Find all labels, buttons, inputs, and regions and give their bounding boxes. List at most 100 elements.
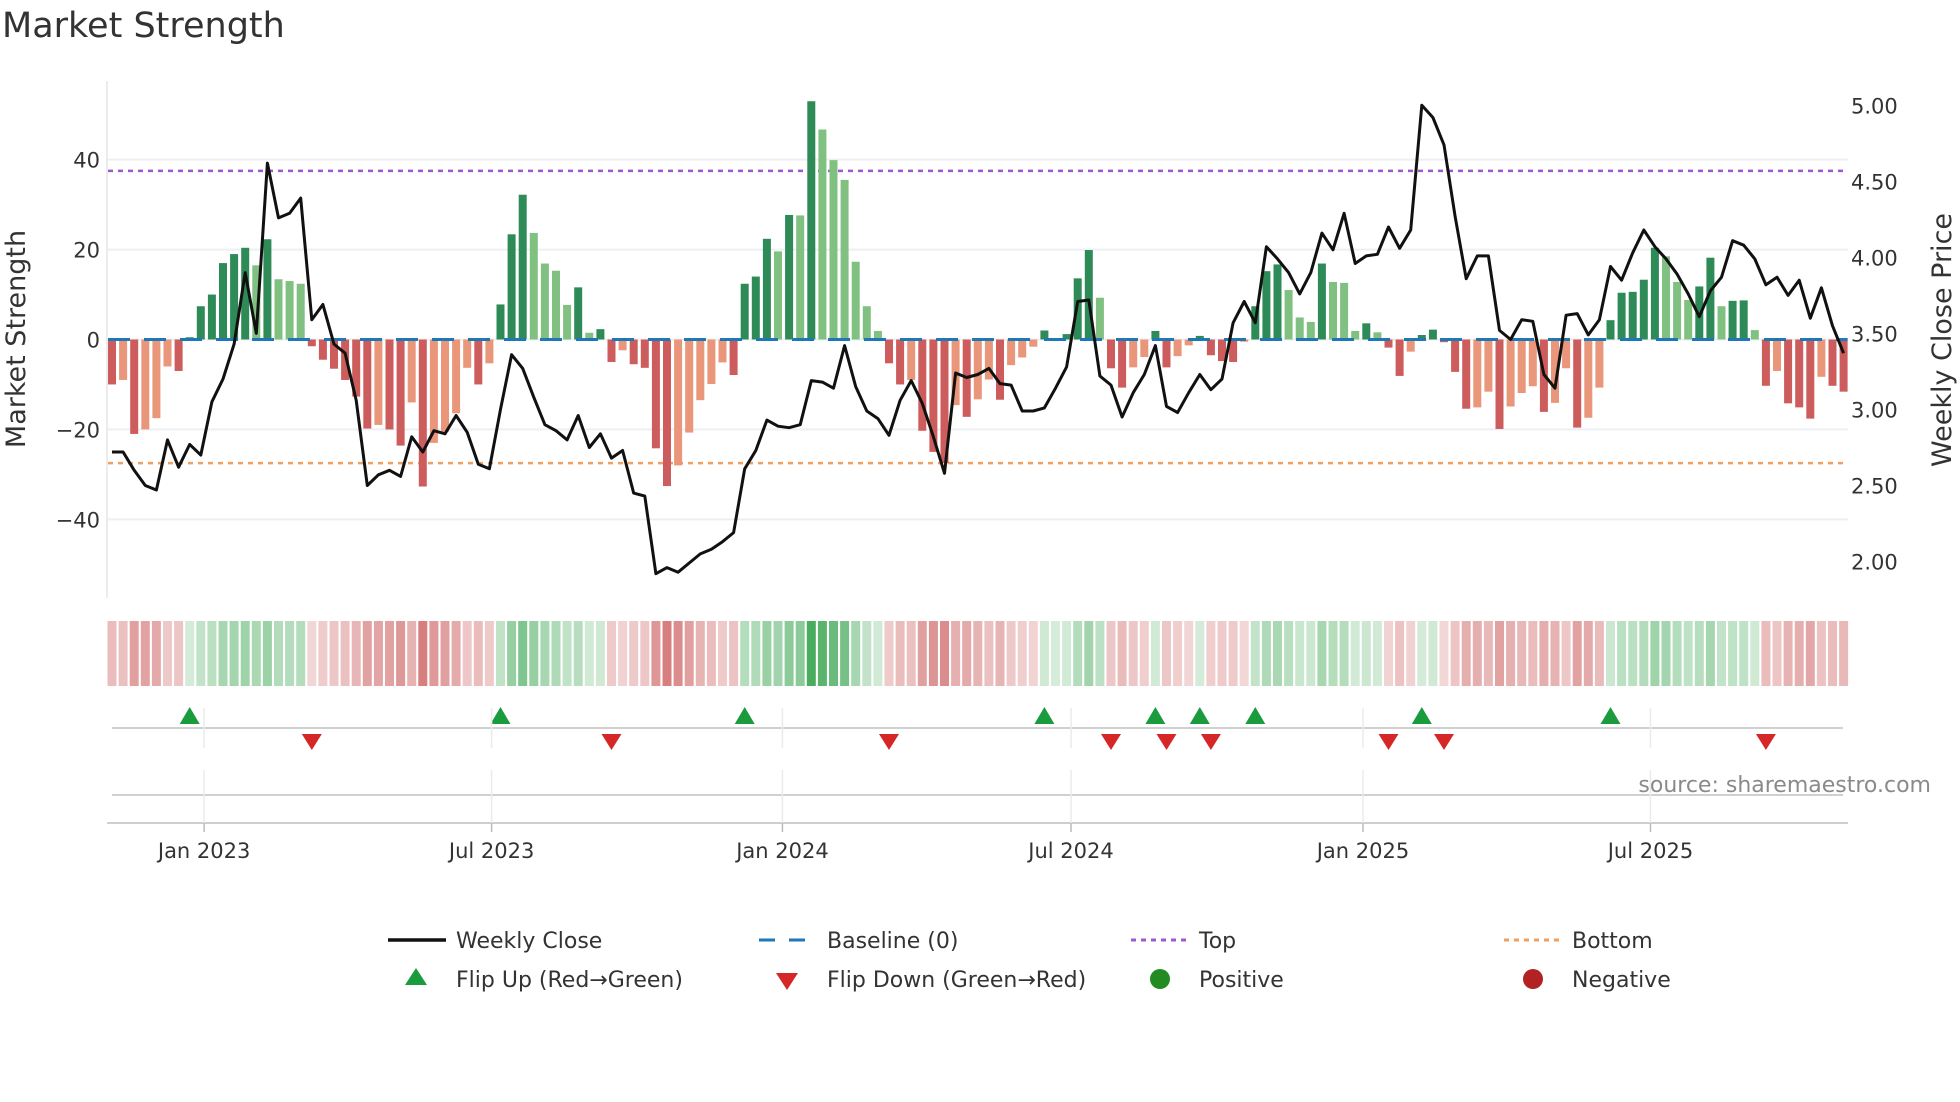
strip-cell xyxy=(340,621,350,686)
strength-bar xyxy=(674,339,683,466)
legend-item-positive: Positive xyxy=(1150,968,1284,993)
strength-bar xyxy=(452,339,461,414)
strip-cell xyxy=(1650,621,1660,686)
strip-cell xyxy=(473,621,483,686)
strength-bar xyxy=(1728,300,1737,340)
legend-label: Negative xyxy=(1572,968,1671,993)
triangle-down-icon xyxy=(776,973,798,990)
strength-bar xyxy=(618,339,627,351)
strength-bar xyxy=(363,339,372,429)
strength-bar xyxy=(1451,339,1460,372)
strength-bar xyxy=(1784,339,1793,404)
strength-bar xyxy=(718,339,727,363)
strip-cell xyxy=(1739,621,1749,686)
strength-bar xyxy=(141,339,150,430)
strip-cell xyxy=(1339,621,1349,686)
strip-cell xyxy=(1805,621,1815,686)
strength-bar xyxy=(818,129,827,340)
strip-cell xyxy=(684,621,694,686)
circle-icon xyxy=(1150,969,1170,989)
strength-bar xyxy=(885,339,893,364)
strip-cell xyxy=(484,621,494,686)
strip-cell xyxy=(1028,621,1038,686)
strength-bar xyxy=(552,270,560,340)
strength-bar xyxy=(540,263,549,340)
y2-tick-label: 4.00 xyxy=(1851,246,1898,270)
strip-cell xyxy=(163,621,172,686)
strip-cell xyxy=(1628,621,1638,686)
strip-cell xyxy=(307,621,317,686)
strip-cell xyxy=(607,621,616,686)
strip-cell xyxy=(1550,621,1560,686)
legend-label: Positive xyxy=(1199,968,1284,993)
strip-cell xyxy=(1672,621,1682,686)
y-tick-label: 0 xyxy=(87,329,100,353)
strip-cell xyxy=(762,621,772,686)
strip-cell xyxy=(951,621,961,686)
strength-bar xyxy=(374,339,383,425)
strength-bar xyxy=(1029,339,1038,347)
y2-axis-title: Weekly Close Price xyxy=(1927,213,1958,467)
y2-tick-label: 3.50 xyxy=(1851,322,1898,346)
strip-cell xyxy=(1250,621,1260,686)
strip-cell xyxy=(940,621,949,686)
flip-down-icon xyxy=(1101,734,1121,750)
strip-cell xyxy=(695,621,705,686)
strip-cell xyxy=(1261,621,1271,686)
strip-cell xyxy=(1084,621,1094,686)
strength-bar xyxy=(1806,339,1815,419)
strength-bar xyxy=(407,339,416,403)
strength-bar xyxy=(1506,339,1515,407)
flip-up-icon xyxy=(1411,707,1432,724)
strength-bar xyxy=(196,306,205,340)
strip-cell xyxy=(1150,621,1160,686)
strip-cell xyxy=(1306,621,1316,686)
strength-bar xyxy=(529,232,538,340)
strength-bar xyxy=(1118,339,1127,388)
strip-cell xyxy=(1184,621,1194,686)
strength-bar xyxy=(219,263,227,340)
strength-bar xyxy=(1262,271,1271,340)
date-axis: Jan 2023 Jul 2023 Jan 2024 Jul 2024 Jan 2025… xyxy=(107,708,1848,863)
strip-cell xyxy=(795,621,805,686)
y2-tick-label: 4.50 xyxy=(1851,170,1898,194)
strip-cell xyxy=(1317,621,1327,686)
strength-bar xyxy=(607,339,616,362)
strip-cell xyxy=(1450,621,1460,686)
strength-bar xyxy=(507,234,516,340)
strength-bar xyxy=(1639,279,1648,340)
strip-cell xyxy=(1073,621,1083,686)
x-tick-label: Jan 2025 xyxy=(1315,839,1410,863)
strength-bar xyxy=(385,339,394,430)
strength-bar xyxy=(1462,339,1471,409)
strip-cell xyxy=(329,621,339,686)
strip-cell xyxy=(584,621,594,686)
strip-cell xyxy=(1439,621,1449,686)
strip-cell xyxy=(1539,621,1549,686)
strip-cell xyxy=(362,621,372,686)
y2-tick-label: 3.00 xyxy=(1851,398,1898,422)
legend-label: Top xyxy=(1198,929,1236,954)
strength-bar xyxy=(174,339,183,371)
strength-bar xyxy=(563,304,572,340)
strip-cell xyxy=(1583,621,1593,686)
strip-cell xyxy=(840,621,850,686)
strength-bar xyxy=(996,339,1004,400)
strength-bar xyxy=(119,339,128,380)
strip-cell xyxy=(1173,621,1183,686)
flip-up-icon xyxy=(179,707,200,724)
strength-bar xyxy=(862,306,871,340)
strip-cell xyxy=(806,621,816,686)
strength-bar xyxy=(973,339,982,400)
strip-cell xyxy=(218,621,228,686)
strip-cell xyxy=(1006,621,1016,686)
strip-cell xyxy=(129,621,139,686)
strip-cell xyxy=(640,621,650,686)
strip-cell xyxy=(1728,621,1738,686)
strip-cell xyxy=(562,621,572,686)
strength-bar xyxy=(651,339,660,449)
legend-item-negative: Negative xyxy=(1523,968,1671,993)
y2-tick-label: 2.50 xyxy=(1851,474,1898,498)
strength-bar xyxy=(1761,339,1770,386)
strip-cell xyxy=(429,621,439,686)
